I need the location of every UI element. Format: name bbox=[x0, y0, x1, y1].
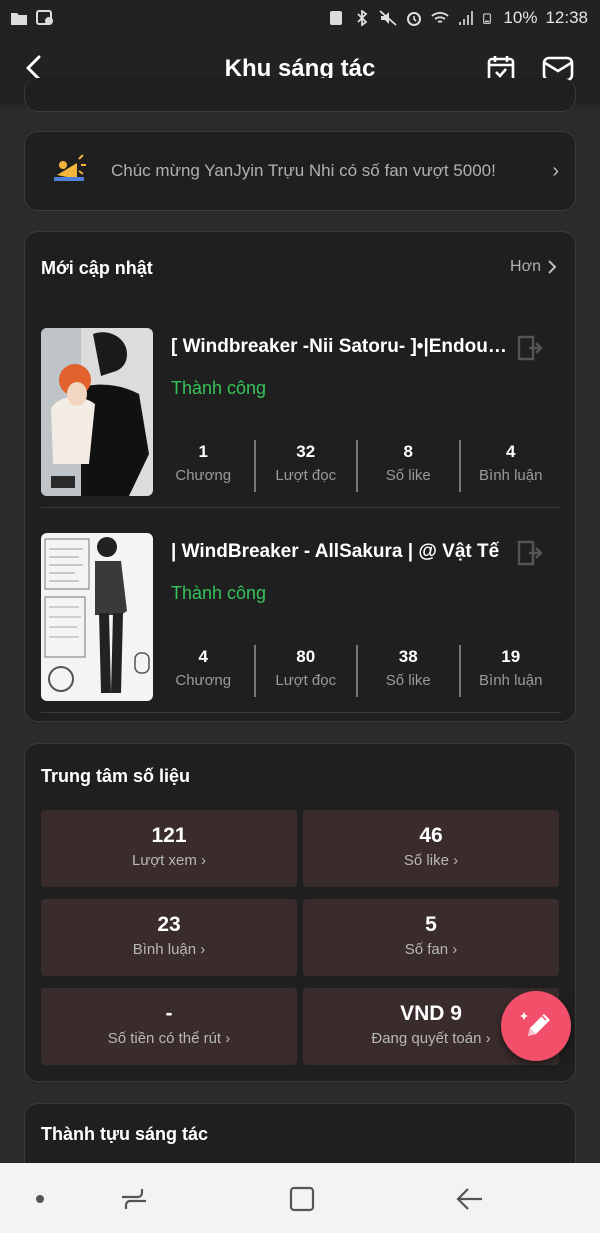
mute-icon bbox=[379, 10, 398, 26]
metric-value: 23 bbox=[157, 913, 181, 936]
nav-back-button[interactable] bbox=[450, 1183, 490, 1215]
system-nav-bar bbox=[0, 1163, 600, 1233]
work-status: Thành công bbox=[171, 583, 267, 603]
metric-value: 121 bbox=[151, 824, 187, 847]
metrics-section: Trung tâm số liệu 121 Lượt xem › 46 Số l… bbox=[24, 743, 576, 1082]
stat-reads: 80 Lượt đọc bbox=[253, 645, 357, 697]
chevron-right-icon: › bbox=[485, 1030, 491, 1047]
metric-value: 5 bbox=[425, 913, 437, 936]
status-bar: 10% 12:38 bbox=[0, 0, 600, 36]
work-item[interactable]: | WindBreaker - AllSakura | @ Vật Tế Thà… bbox=[41, 533, 561, 713]
section-title: Thành tựu sáng tác bbox=[41, 1124, 209, 1144]
metric-comments-tile[interactable]: 23 Bình luận › bbox=[41, 899, 297, 976]
folder-icon bbox=[11, 13, 27, 25]
recent-apps-button[interactable] bbox=[114, 1183, 154, 1215]
metric-label: Lượt xem › bbox=[131, 852, 207, 869]
stat-comments: 19 Bình luận bbox=[458, 645, 562, 697]
stat-chapters: 1 Chương bbox=[175, 442, 232, 484]
chevron-right-icon: › bbox=[452, 941, 458, 958]
metric-label: Số tiền có thể rút › bbox=[107, 1030, 231, 1047]
section-title: Trung tâm số liệu bbox=[41, 766, 191, 786]
metric-withdrawable-tile[interactable]: - Số tiền có thể rút › bbox=[41, 988, 297, 1065]
cover-image bbox=[41, 328, 153, 496]
section-title: Mới cập nhật bbox=[41, 258, 153, 278]
chevron-right-icon: › bbox=[200, 941, 206, 958]
congrats-banner[interactable]: Chúc mừng YanJyin Trựu Nhi có số fan vượ… bbox=[24, 131, 576, 211]
stat-comments: 4 Bình luận bbox=[458, 440, 562, 492]
stat-chapters: 4 Chương bbox=[175, 647, 232, 689]
recent-updates-section: Mới cập nhật Hơn [ Windbreaker -Nii Sato… bbox=[24, 231, 576, 722]
stat-reads: 32 Lượt đọc bbox=[253, 440, 357, 492]
gallery-sync-icon bbox=[36, 10, 53, 25]
pencil-sparkle-icon bbox=[520, 1012, 550, 1036]
work-status: Thành công bbox=[171, 378, 267, 398]
metric-value: 46 bbox=[419, 824, 443, 847]
work-stats: 4 Chương 80 Lượt đọc 38 Số like 19 Bình luận bbox=[153, 645, 561, 697]
chevron-right-icon: › bbox=[225, 1030, 231, 1047]
chevron-right-icon: › bbox=[552, 159, 559, 182]
battery-icon bbox=[483, 13, 492, 24]
home-button[interactable] bbox=[282, 1183, 322, 1215]
nav-dot-button[interactable] bbox=[20, 1183, 60, 1215]
wifi-icon bbox=[431, 12, 450, 23]
metric-value: - bbox=[165, 1002, 173, 1025]
work-title: [ Windbreaker -Nii Satoru- ]•|Endou Sato… bbox=[171, 336, 511, 357]
stat-likes: 8 Số like bbox=[356, 440, 459, 492]
recycle-icon bbox=[330, 11, 343, 25]
chevron-right-icon bbox=[548, 260, 557, 274]
metric-label: Số fan › bbox=[404, 941, 458, 958]
clock: 12:38 bbox=[545, 8, 588, 27]
more-link[interactable]: Hơn bbox=[510, 258, 557, 276]
battery-level: 10% bbox=[503, 8, 538, 27]
megaphone-icon bbox=[54, 154, 86, 181]
cover-image bbox=[41, 533, 153, 701]
exit-icon[interactable] bbox=[515, 334, 543, 362]
alarm-icon bbox=[407, 12, 422, 26]
congrats-text: Chúc mừng YanJyin Trựu Nhi có số fan vượ… bbox=[111, 161, 496, 180]
stat-likes: 38 Số like bbox=[356, 645, 459, 697]
back-arrow-icon bbox=[456, 1188, 482, 1210]
metric-label: Bình luận › bbox=[132, 941, 206, 958]
more-label: Hơn bbox=[510, 258, 541, 275]
chevron-right-icon: › bbox=[453, 852, 459, 869]
previous-card-bottom bbox=[24, 78, 576, 112]
compose-fab[interactable] bbox=[501, 991, 571, 1061]
chevron-right-icon: › bbox=[201, 852, 207, 869]
metric-fans-tile[interactable]: 5 Số fan › bbox=[303, 899, 559, 976]
metric-views-tile[interactable]: 121 Lượt xem › bbox=[41, 810, 297, 887]
metric-label: Số like › bbox=[403, 852, 459, 869]
metric-likes-tile[interactable]: 46 Số like › bbox=[303, 810, 559, 887]
work-item[interactable]: [ Windbreaker -Nii Satoru- ]•|Endou Sato… bbox=[41, 328, 561, 508]
home-square-icon bbox=[289, 1186, 315, 1212]
recent-apps-icon bbox=[122, 1189, 146, 1209]
dot-icon bbox=[36, 1195, 44, 1203]
work-title: | WindBreaker - AllSakura | @ Vật Tế bbox=[171, 541, 500, 562]
signal-icon bbox=[459, 11, 474, 25]
bluetooth-icon bbox=[357, 10, 368, 26]
exit-icon[interactable] bbox=[515, 539, 543, 567]
work-stats: 1 Chương 32 Lượt đọc 8 Số like 4 Bình luận bbox=[153, 440, 561, 492]
